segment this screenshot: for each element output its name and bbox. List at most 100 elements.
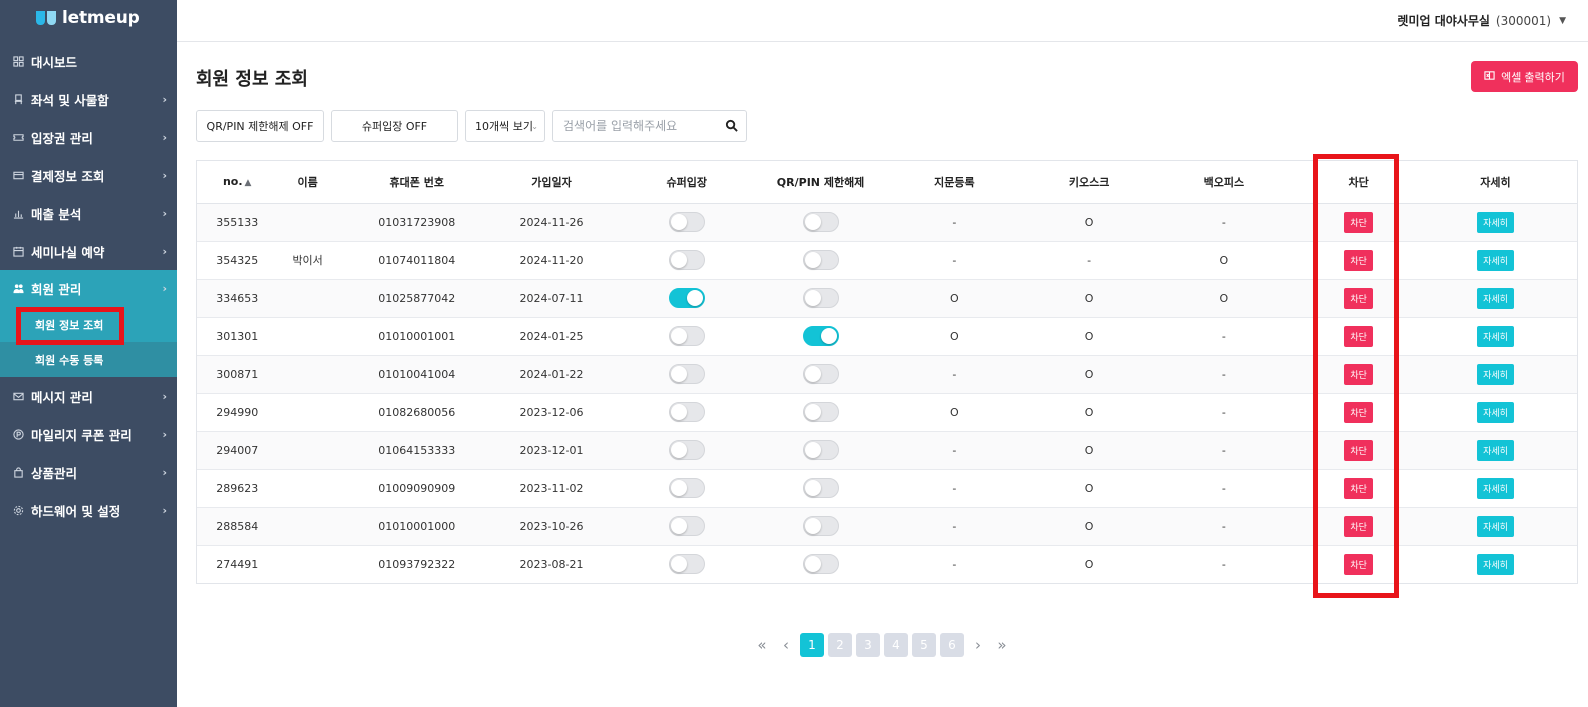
sidebar-item-hardware[interactable]: 하드웨어 및 설정 › — [0, 491, 177, 529]
super-entry-toggle[interactable] — [668, 402, 705, 422]
qr-pin-release-toggle[interactable] — [802, 440, 839, 460]
super-entry-toggle[interactable] — [668, 212, 705, 232]
detail-button[interactable]: 자세히 — [1477, 439, 1514, 461]
super-entry-toggle[interactable] — [668, 250, 705, 270]
cell-finger: - — [874, 431, 1034, 470]
qr-pin-release-toggle[interactable] — [802, 516, 839, 536]
super-entry-toggle[interactable] — [668, 516, 705, 536]
sidebar-item-dashboard[interactable]: 대시보드 — [0, 42, 177, 80]
sidebar-menu: 대시보드 좌석 및 사물함 › 입장권 관리 › 결제정보 조회 › 매출 분석… — [0, 42, 177, 529]
detail-button[interactable]: 자세히 — [1477, 477, 1514, 499]
super-entry-toggle[interactable] — [668, 288, 705, 308]
toggle-knob — [804, 366, 821, 382]
submenu-item-member-lookup[interactable]: 회원 정보 조회 — [0, 307, 177, 345]
cell-kiosk: - — [1033, 241, 1145, 280]
table-row: 289623 01009090909 2023-11-02 - O - 차단 자세히 — [197, 469, 1577, 508]
block-button[interactable]: 차단 — [1344, 363, 1373, 385]
cell-block: 차단 — [1303, 279, 1414, 318]
sidebar-item-label: 대시보드 — [31, 54, 78, 70]
page-button-5[interactable]: 5 — [912, 633, 936, 657]
qr-pin-release-toggle[interactable] — [802, 288, 839, 308]
cell-joined: 2023-12-06 — [495, 393, 608, 432]
page-button-6[interactable]: 6 — [940, 633, 964, 657]
org-selector[interactable]: 렛미업 대야사무실 (300001) ▼ — [1397, 12, 1566, 29]
block-button[interactable]: 차단 — [1344, 287, 1373, 309]
page-size-select[interactable]: 10개씩 보기 ⌄ — [465, 110, 545, 142]
next-page-icon[interactable]: › — [968, 633, 988, 657]
block-button[interactable]: 차단 — [1344, 249, 1373, 271]
cell-block: 차단 — [1303, 241, 1414, 280]
excel-export-button[interactable]: 엑셀 출력하기 — [1471, 61, 1578, 92]
sidebar-item-sales[interactable]: 매출 분석 › — [0, 194, 177, 232]
super-entry-cell — [607, 355, 767, 394]
sidebar-item-mileage[interactable]: 마일리지 쿠폰 관리 › — [0, 415, 177, 453]
block-button[interactable]: 차단 — [1344, 515, 1373, 537]
qr-pin-release-toggle[interactable] — [802, 212, 839, 232]
table-row: 294007 01064153333 2023-12-01 - O - 차단 자세히 — [197, 431, 1577, 470]
super-entry-toggle[interactable] — [668, 554, 705, 575]
cell-finger: - — [874, 469, 1034, 508]
sidebar-item-products[interactable]: 상품관리 › — [0, 453, 177, 491]
search-input[interactable] — [563, 119, 725, 133]
search-icon[interactable] — [725, 117, 738, 136]
sidebar-item-payments[interactable]: 결제정보 조회 › — [0, 156, 177, 194]
brand-logo[interactable]: letmeup — [0, 0, 177, 36]
caret-down-icon: ▼ — [1559, 15, 1566, 26]
qr-pin-release-toggle[interactable] — [802, 478, 839, 498]
page-title: 회원 정보 조회 — [196, 69, 308, 90]
super-entry-toggle[interactable] — [668, 478, 705, 498]
detail-button[interactable]: 자세히 — [1477, 515, 1514, 537]
detail-button[interactable]: 자세히 — [1477, 325, 1514, 347]
last-page-icon[interactable]: » — [992, 633, 1012, 657]
super-entry-cell — [607, 241, 767, 280]
detail-button[interactable]: 자세히 — [1477, 287, 1514, 309]
block-button[interactable]: 차단 — [1344, 477, 1373, 499]
sidebar-item-messages[interactable]: 메시지 관리 › — [0, 377, 177, 415]
filter-bar: QR/PIN 제한해제 OFF 슈퍼입장 OFF 10개씩 보기 ⌄ — [196, 110, 747, 142]
sidebar-item-tickets[interactable]: 입장권 관리 › — [0, 118, 177, 156]
detail-button[interactable]: 자세히 — [1477, 553, 1514, 575]
block-button[interactable]: 차단 — [1344, 553, 1373, 575]
page-button-3[interactable]: 3 — [856, 633, 880, 657]
table-row: 355133 01031723908 2024-11-26 - O - 차단 자세히 — [197, 203, 1577, 242]
page-button-2[interactable]: 2 — [828, 633, 852, 657]
excel-export-label: 엑셀 출력하기 — [1501, 71, 1565, 84]
cell-kiosk: O — [1033, 279, 1145, 318]
super-entry-filter-button[interactable]: 슈퍼입장 OFF — [331, 110, 458, 142]
page-button-4[interactable]: 4 — [884, 633, 908, 657]
block-button[interactable]: 차단 — [1344, 325, 1373, 347]
super-entry-toggle[interactable] — [668, 326, 705, 346]
qr-pin-release-toggle[interactable] — [802, 364, 839, 384]
cell-phone: 01010001000 — [337, 507, 496, 546]
qr-pin-release-toggle[interactable] — [802, 326, 839, 346]
sidebar-item-members[interactable]: 회원 관리 › — [0, 270, 177, 307]
block-button[interactable]: 차단 — [1344, 401, 1373, 423]
bar-chart-icon — [12, 207, 24, 219]
detail-button[interactable]: 자세히 — [1477, 401, 1514, 423]
first-page-icon[interactable]: « — [752, 633, 772, 657]
block-button[interactable]: 차단 — [1344, 211, 1373, 233]
cell-phone: 01010001001 — [337, 317, 496, 356]
cell-backoffice: - — [1144, 393, 1304, 432]
qr-pin-release-cell — [766, 545, 875, 583]
block-button[interactable]: 차단 — [1344, 439, 1373, 461]
cell-kiosk: O — [1033, 469, 1145, 508]
qr-pin-release-toggle[interactable] — [802, 554, 839, 575]
super-entry-toggle[interactable] — [668, 364, 705, 384]
super-entry-toggle[interactable] — [668, 440, 705, 460]
detail-button[interactable]: 자세히 — [1477, 211, 1514, 233]
submenu-item-manual-register[interactable]: 회원 수동 등록 — [0, 342, 177, 377]
sidebar-item-seminar[interactable]: 세미나실 예약 › — [0, 232, 177, 270]
detail-button[interactable]: 자세히 — [1477, 363, 1514, 385]
qr-pin-release-toggle[interactable] — [802, 250, 839, 270]
detail-button[interactable]: 자세히 — [1477, 249, 1514, 271]
cell-kiosk: O — [1033, 355, 1145, 394]
prev-page-icon[interactable]: ‹ — [776, 633, 796, 657]
page-button-1[interactable]: 1 — [800, 633, 824, 657]
toggle-knob — [804, 518, 821, 534]
sidebar-item-seats[interactable]: 좌석 및 사물함 › — [0, 80, 177, 118]
qr-pin-release-toggle[interactable] — [802, 402, 839, 422]
col-header-no[interactable]: no. ▲ — [197, 161, 278, 204]
excel-icon — [1484, 70, 1495, 84]
qr-pin-filter-button[interactable]: QR/PIN 제한해제 OFF — [196, 110, 324, 142]
